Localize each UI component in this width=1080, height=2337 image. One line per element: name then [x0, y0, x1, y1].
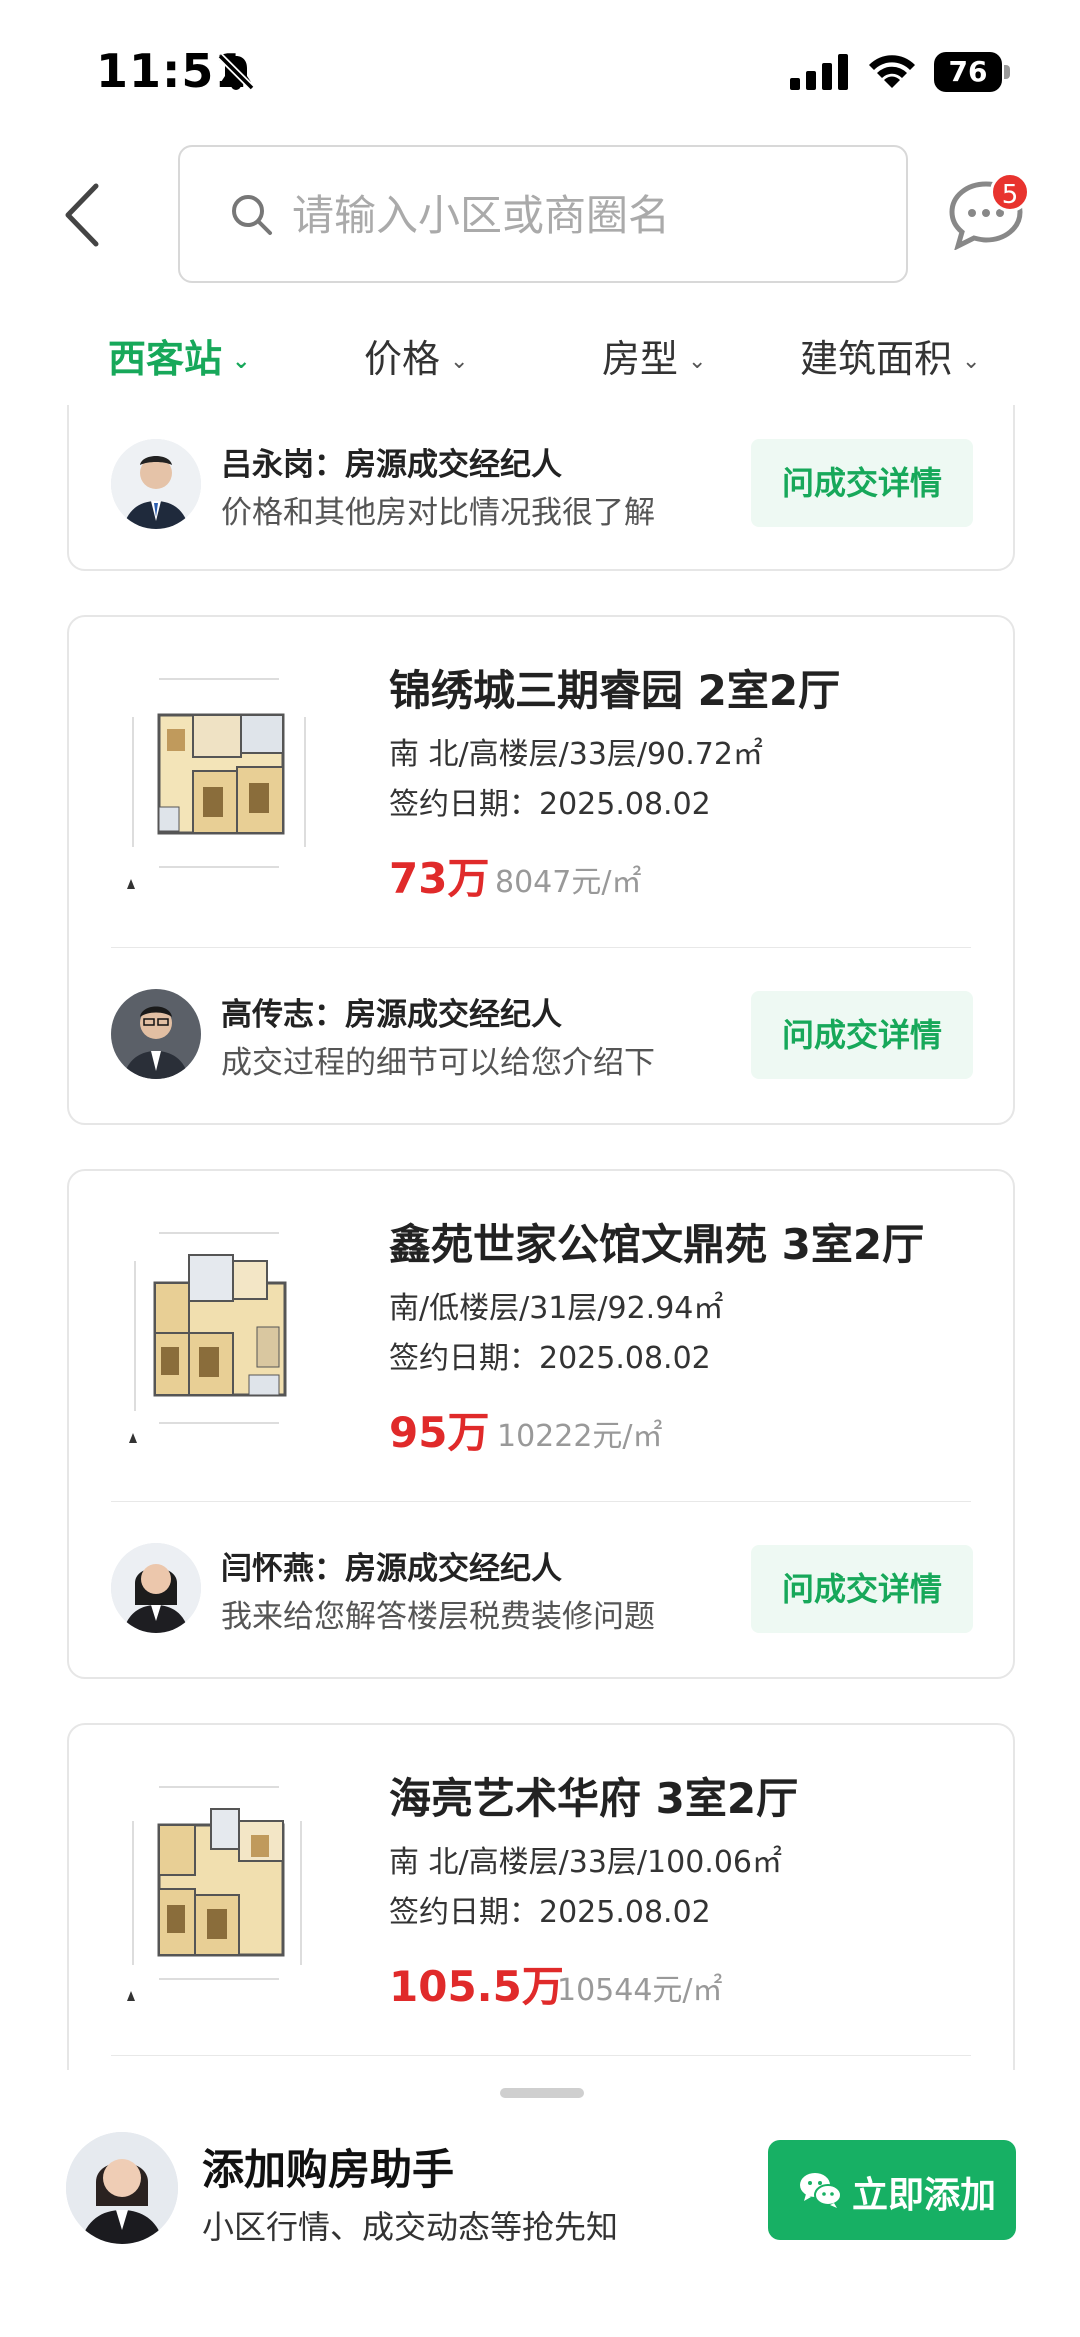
filter-bar: 西客站 ⌄ 价格 ⌄ 房型 ⌄ 建筑面积 ⌄: [0, 318, 1080, 398]
filter-location-label: 西客站: [108, 337, 223, 381]
listing-info: 南 北/高楼层/33层/90.72㎡: [389, 737, 763, 772]
agent-description: 价格和其他房对比情况我很了解: [221, 495, 655, 531]
listing-price: 73万: [389, 854, 490, 903]
divider: [111, 2055, 971, 2056]
listing-info: 南 北/高楼层/33层/100.06㎡: [389, 1845, 783, 1880]
listing-title: 锦绣城三期睿园 2室2厅: [389, 666, 841, 715]
sheet-drag-handle[interactable]: [500, 2088, 584, 2098]
listing-unit-price: 8047元/㎡: [495, 865, 642, 900]
wechat-icon: [800, 2173, 842, 2208]
listing-card[interactable]: 鑫苑世家公馆文鼎苑 3室2厅 南/低楼层/31层/92.94㎡ 签约日期：202…: [67, 1169, 1015, 1679]
signing-date: 签约日期：2025.08.02: [389, 1895, 711, 1930]
signing-date: 签约日期：2025.08.02: [389, 1341, 711, 1376]
battery-level: 76: [934, 52, 1002, 92]
agent-avatar: [111, 1543, 201, 1633]
filter-price-label: 价格: [364, 337, 441, 381]
signal-icon: [790, 54, 848, 90]
listing-card[interactable]: 海亮艺术华府 3室2厅 南 北/高楼层/33层/100.06㎡ 签约日期：202…: [67, 1723, 1015, 2070]
agent-avatar: [111, 439, 201, 529]
listing-card[interactable]: 锦绣城三期睿园 2室2厅 南 北/高楼层/33层/90.72㎡ 签约日期：202…: [67, 615, 1015, 1125]
floorplan-image: [127, 1786, 302, 2001]
chevron-down-icon: ⌄: [232, 349, 251, 374]
agent-description: 我来给您解答楼层税费装修问题: [221, 1599, 655, 1635]
chevron-down-icon: ⌄: [450, 349, 469, 374]
filter-area[interactable]: 建筑面积 ⌄: [800, 328, 980, 388]
ask-deal-details-button[interactable]: 问成交详情: [751, 991, 973, 1079]
filter-location[interactable]: 西客站 ⌄: [108, 328, 250, 388]
floorplan-image: [129, 1232, 287, 1443]
status-bar: 11:51 76: [0, 0, 1080, 140]
assistant-title: 添加购房助手: [202, 2145, 455, 2194]
add-assistant-label: 立即添加: [852, 2175, 997, 2216]
listing-price: 95万: [389, 1408, 490, 1457]
listing-unit-price: 10222元/㎡: [497, 1419, 663, 1454]
chevron-down-icon: ⌄: [688, 349, 707, 374]
listing-title: 鑫苑世家公馆文鼎苑 3室2厅: [389, 1220, 925, 1269]
assistant-subtitle: 小区行情、成交动态等抢先知: [202, 2208, 619, 2246]
divider: [111, 947, 971, 948]
ask-deal-details-button[interactable]: 问成交详情: [751, 439, 973, 527]
listing-unit-price: 10544元/㎡: [557, 1973, 723, 2008]
search-input[interactable]: [292, 183, 872, 247]
ask-deal-details-button[interactable]: 问成交详情: [751, 1545, 973, 1633]
listing-list[interactable]: 吕永岗：房源成交经纪人 价格和其他房对比情况我很了解 问成交详情 锦绣城三期睿园…: [0, 405, 1080, 2070]
agent-name: 闫怀燕：房源成交经纪人: [221, 1551, 562, 1587]
agent-avatar: [111, 989, 201, 1079]
search-box[interactable]: [178, 145, 908, 283]
divider: [111, 1501, 971, 1502]
bell-muted-icon: [217, 53, 255, 91]
battery-tip: [1004, 65, 1010, 79]
listing-price: 105.5万: [389, 1962, 564, 2011]
filter-price[interactable]: 价格 ⌄: [364, 328, 468, 388]
agent-name: 高传志：房源成交经纪人: [221, 997, 562, 1033]
wifi-icon: [869, 55, 915, 88]
assistant-bar: 添加购房助手 小区行情、成交动态等抢先知 立即添加: [0, 2106, 1080, 2337]
assistant-avatar: [66, 2132, 178, 2244]
agent-description: 成交过程的细节可以给您介绍下: [221, 1045, 655, 1081]
message-badge: 5: [990, 172, 1030, 212]
filter-layout[interactable]: 房型 ⌄: [602, 328, 706, 388]
listing-card[interactable]: 吕永岗：房源成交经纪人 价格和其他房对比情况我很了解 问成交详情: [67, 405, 1015, 571]
listing-title: 海亮艺术华府 3室2厅: [389, 1774, 799, 1823]
chevron-down-icon: ⌄: [962, 349, 981, 374]
agent-name: 吕永岗：房源成交经纪人: [221, 447, 562, 483]
add-assistant-button[interactable]: 立即添加: [768, 2140, 1016, 2240]
back-icon[interactable]: [58, 180, 108, 250]
listing-info: 南/低楼层/31层/92.94㎡: [389, 1291, 724, 1326]
signing-date: 签约日期：2025.08.02: [389, 787, 711, 822]
floorplan-image: [127, 678, 306, 889]
battery-indicator: 76: [934, 52, 1010, 92]
filter-layout-label: 房型: [602, 337, 679, 381]
search-icon: [232, 195, 272, 235]
filter-area-label: 建筑面积: [800, 337, 953, 381]
